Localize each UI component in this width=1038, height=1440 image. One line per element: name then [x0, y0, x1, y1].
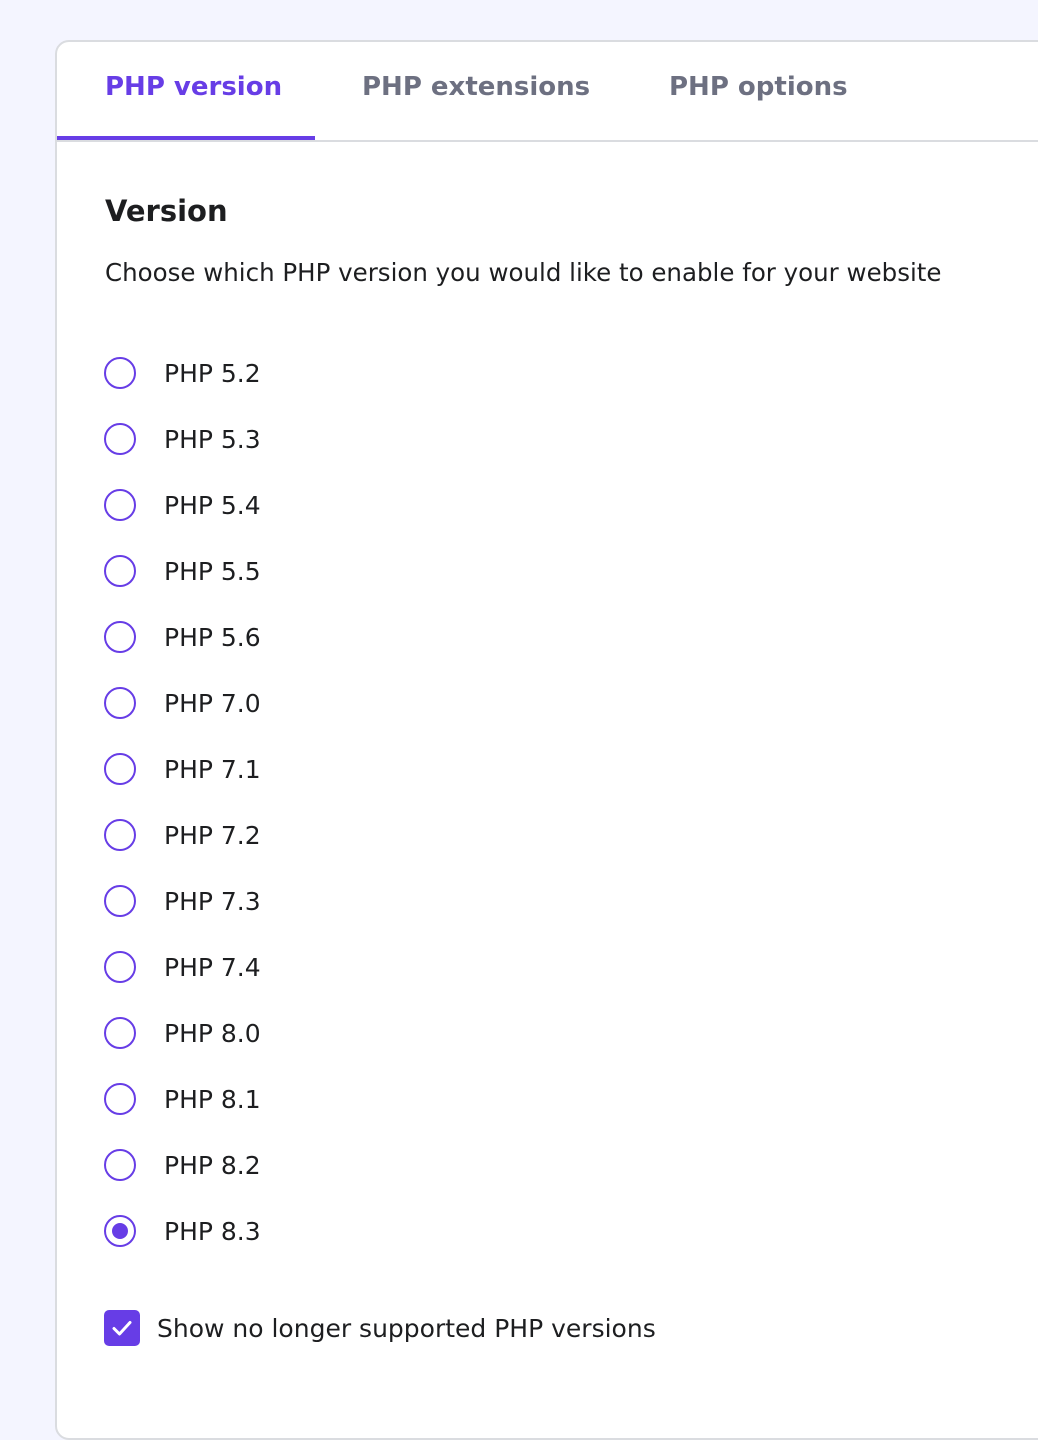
radio-label: PHP 8.2 — [164, 1150, 261, 1180]
radio-button[interactable] — [104, 687, 136, 719]
radio-label: PHP 8.1 — [164, 1084, 261, 1114]
active-tab-indicator — [57, 136, 315, 140]
radio-option-php-7-1[interactable]: PHP 7.1 — [104, 749, 261, 789]
section-description: Choose which PHP version you would like … — [105, 258, 942, 287]
radio-button[interactable] — [104, 489, 136, 521]
radio-button[interactable] — [104, 357, 136, 389]
show-unsupported-checkbox[interactable] — [104, 1310, 140, 1346]
radio-label: PHP 7.4 — [164, 952, 261, 982]
radio-button[interactable] — [104, 819, 136, 851]
radio-label: PHP 7.0 — [164, 688, 261, 718]
radio-option-php-8-1[interactable]: PHP 8.1 — [104, 1079, 261, 1119]
radio-label: PHP 5.2 — [164, 358, 261, 388]
radio-button-selected[interactable] — [104, 1215, 136, 1247]
radio-button[interactable] — [104, 753, 136, 785]
checkmark-icon — [112, 1321, 132, 1336]
radio-button[interactable] — [104, 621, 136, 653]
radio-label: PHP 7.2 — [164, 820, 261, 850]
radio-label: PHP 7.3 — [164, 886, 261, 916]
tab-php-extensions[interactable]: PHP extensions — [362, 72, 590, 102]
radio-option-php-7-3[interactable]: PHP 7.3 — [104, 881, 261, 921]
section-title: Version — [105, 194, 228, 228]
radio-label: PHP 7.1 — [164, 754, 261, 784]
radio-button[interactable] — [104, 951, 136, 983]
show-unsupported-label: Show no longer supported PHP versions — [157, 1313, 656, 1343]
radio-button[interactable] — [104, 555, 136, 587]
radio-label: PHP 8.0 — [164, 1018, 261, 1048]
radio-option-php-5-6[interactable]: PHP 5.6 — [104, 617, 261, 657]
show-unsupported-versions-checkbox-row[interactable]: Show no longer supported PHP versions — [104, 1308, 656, 1348]
radio-option-php-5-4[interactable]: PHP 5.4 — [104, 485, 261, 525]
radio-option-php-5-3[interactable]: PHP 5.3 — [104, 419, 261, 459]
radio-button[interactable] — [104, 1149, 136, 1181]
radio-option-php-8-2[interactable]: PHP 8.2 — [104, 1145, 261, 1185]
tab-bar: PHP version PHP extensions PHP options — [57, 42, 1038, 142]
radio-label: PHP 5.4 — [164, 490, 261, 520]
radio-button[interactable] — [104, 1083, 136, 1115]
radio-label: PHP 5.5 — [164, 556, 261, 586]
radio-button[interactable] — [104, 1017, 136, 1049]
radio-option-php-8-0[interactable]: PHP 8.0 — [104, 1013, 261, 1053]
php-settings-card: PHP version PHP extensions PHP options V… — [55, 40, 1038, 1440]
radio-option-php-5-5[interactable]: PHP 5.5 — [104, 551, 261, 591]
radio-option-php-8-3[interactable]: PHP 8.3 — [104, 1211, 261, 1251]
radio-label: PHP 5.6 — [164, 622, 261, 652]
radio-label: PHP 5.3 — [164, 424, 261, 454]
radio-option-php-7-0[interactable]: PHP 7.0 — [104, 683, 261, 723]
tab-php-options[interactable]: PHP options — [669, 72, 848, 102]
radio-option-php-5-2[interactable]: PHP 5.2 — [104, 353, 261, 393]
radio-button[interactable] — [104, 423, 136, 455]
tab-php-version[interactable]: PHP version — [105, 72, 282, 102]
radio-option-php-7-4[interactable]: PHP 7.4 — [104, 947, 261, 987]
radio-option-php-7-2[interactable]: PHP 7.2 — [104, 815, 261, 855]
radio-label: PHP 8.3 — [164, 1216, 261, 1246]
radio-button[interactable] — [104, 885, 136, 917]
